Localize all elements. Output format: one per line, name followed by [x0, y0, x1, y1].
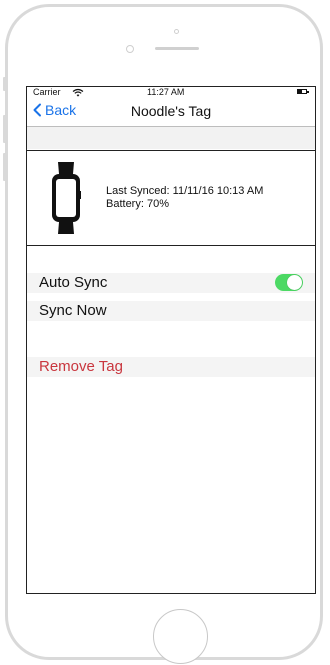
- remove-tag-label: Remove Tag: [39, 358, 123, 375]
- back-label: Back: [45, 102, 77, 118]
- navigation-bar: Back Noodle's Tag: [27, 98, 315, 127]
- last-synced-text: Last Synced: 11/11/16 10:13 AM: [106, 185, 264, 197]
- header-spacer: [27, 127, 315, 149]
- back-button[interactable]: Back: [32, 102, 76, 118]
- chevron-left-icon: [33, 103, 41, 117]
- mute-switch: [3, 77, 6, 91]
- clock-time: 11:27 AM: [147, 87, 185, 97]
- device-info: Last Synced: 11/11/16 10:13 AM Battery: …: [106, 185, 263, 211]
- status-bar: Carrier 11:27 AM: [27, 87, 315, 98]
- camera-icon: [174, 29, 179, 34]
- auto-sync-row: Auto Sync: [27, 273, 315, 293]
- auto-sync-toggle[interactable]: [275, 274, 303, 291]
- volume-up-button: [3, 115, 6, 143]
- battery-icon: [297, 89, 309, 94]
- auto-sync-label: Auto Sync: [39, 274, 108, 291]
- home-button[interactable]: [153, 609, 208, 664]
- carrier-label: Carrier: [33, 87, 61, 97]
- sync-now-label: Sync Now: [39, 302, 107, 319]
- front-sensor: [126, 45, 134, 53]
- earpiece-speaker: [155, 47, 199, 50]
- sync-now-button[interactable]: Sync Now: [27, 301, 315, 321]
- screen: Carrier 11:27 AM Back Noodle's Tag Last …: [26, 86, 316, 594]
- battery-level-text: Battery: 70%: [106, 198, 169, 210]
- wifi-icon: [72, 88, 84, 97]
- remove-tag-button[interactable]: Remove Tag: [27, 357, 315, 377]
- smartwatch-icon: [52, 162, 81, 234]
- volume-down-button: [3, 153, 6, 181]
- toggle-knob: [287, 275, 302, 290]
- device-summary-card: Last Synced: 11/11/16 10:13 AM Battery: …: [27, 150, 315, 246]
